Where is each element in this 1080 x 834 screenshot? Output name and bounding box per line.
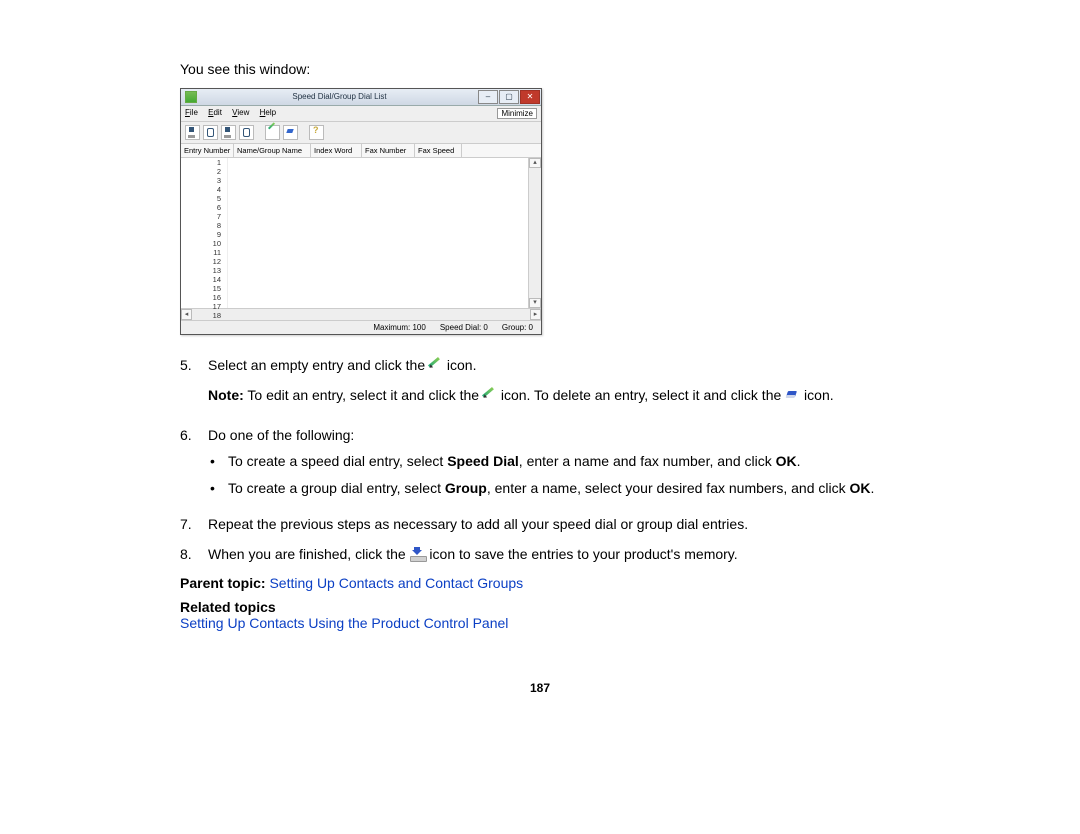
horizontal-scrollbar[interactable]: ◂ ▸	[181, 308, 541, 320]
vertical-scrollbar[interactable]: ▴ ▾	[528, 158, 541, 308]
col-name-group[interactable]: Name/Group Name	[234, 144, 311, 157]
window-buttons: – ▢ ✕	[478, 90, 541, 104]
document-page: You see this window: Speed Dial/Group Di…	[180, 60, 900, 695]
menubar: File Edit View Help Minimize	[181, 106, 541, 122]
parent-topic: Parent topic: Setting Up Contacts and Co…	[180, 575, 900, 591]
read-from-product-icon[interactable]	[203, 125, 218, 140]
row-number[interactable]: 10	[181, 239, 227, 248]
open-file-icon[interactable]	[239, 125, 254, 140]
col-index-word[interactable]: Index Word	[311, 144, 362, 157]
parent-topic-label: Parent topic:	[180, 575, 269, 591]
window-title: Speed Dial/Group Dial List	[201, 92, 478, 101]
row-number[interactable]: 9	[181, 230, 227, 239]
page-number: 187	[180, 681, 900, 695]
row-number[interactable]: 7	[181, 212, 227, 221]
scroll-up-arrow[interactable]: ▴	[529, 158, 541, 168]
step-8: 8. When you are finished, click the icon…	[180, 544, 900, 564]
minimize-window-button[interactable]: –	[478, 90, 498, 104]
status-group: Group: 0	[502, 323, 533, 332]
step-6: 6. Do one of the following: To create a …	[180, 425, 900, 504]
row-number[interactable]: 12	[181, 257, 227, 266]
row-number[interactable]: 16	[181, 293, 227, 302]
note-label: Note:	[208, 387, 244, 403]
step-number: 6.	[180, 425, 208, 504]
col-fax-number[interactable]: Fax Number	[362, 144, 415, 157]
parent-topic-link[interactable]: Setting Up Contacts and Contact Groups	[269, 575, 523, 591]
row-number[interactable]: 2	[181, 167, 227, 176]
grid-body: 123456789101112131415161718 ▴ ▾	[181, 158, 541, 308]
menu-file[interactable]: File	[185, 108, 198, 117]
steps-list: 5. Select an empty entry and click the i…	[180, 355, 900, 565]
sub-item: To create a speed dial entry, select Spe…	[208, 451, 900, 471]
toolbar-separator	[301, 125, 306, 138]
save-to-product-icon	[410, 547, 426, 562]
step-number: 7.	[180, 514, 208, 534]
menu-view[interactable]: View	[232, 108, 249, 117]
row-number[interactable]: 15	[181, 284, 227, 293]
intro-text: You see this window:	[180, 60, 900, 80]
toolbar	[181, 122, 541, 144]
sub-list: To create a speed dial entry, select Spe…	[208, 451, 900, 498]
step-number: 8.	[180, 544, 208, 564]
edit-pencil-icon[interactable]	[265, 125, 280, 140]
row-number[interactable]: 13	[181, 266, 227, 275]
related-topic-link[interactable]: Setting Up Contacts Using the Product Co…	[180, 615, 508, 631]
row-number[interactable]: 1	[181, 158, 227, 167]
minimize-button[interactable]: Minimize	[497, 108, 537, 119]
close-window-button[interactable]: ✕	[520, 90, 540, 104]
delete-eraser-icon[interactable]	[283, 125, 298, 140]
status-speed-dial: Speed Dial: 0	[440, 323, 488, 332]
status-maximum: Maximum: 100	[373, 323, 425, 332]
col-entry-number[interactable]: Entry Number	[181, 144, 234, 157]
app-icon	[185, 91, 197, 103]
row-number[interactable]: 8	[181, 221, 227, 230]
pencil-icon	[483, 389, 497, 402]
eraser-icon	[785, 388, 800, 403]
step-5: 5. Select an empty entry and click the i…	[180, 355, 900, 416]
row-number[interactable]: 5	[181, 194, 227, 203]
row-number[interactable]: 11	[181, 248, 227, 257]
scroll-down-arrow[interactable]: ▾	[529, 298, 541, 308]
row-number[interactable]: 3	[181, 176, 227, 185]
save-to-product-icon[interactable]	[185, 125, 200, 140]
row-numbers: 123456789101112131415161718	[181, 158, 228, 308]
sub-item: To create a group dial entry, select Gro…	[208, 478, 900, 498]
row-number[interactable]: 18	[181, 311, 227, 320]
save-file-icon[interactable]	[221, 125, 236, 140]
column-headers: Entry Number Name/Group Name Index Word …	[181, 144, 541, 158]
scroll-right-arrow[interactable]: ▸	[530, 309, 541, 320]
toolbar-separator	[257, 125, 262, 138]
step-number: 5.	[180, 355, 208, 416]
maximize-window-button[interactable]: ▢	[499, 90, 519, 104]
step-7: 7. Repeat the previous steps as necessar…	[180, 514, 900, 534]
grid-cells[interactable]	[228, 158, 528, 308]
menu-help[interactable]: Help	[260, 108, 276, 117]
app-window-screenshot: Speed Dial/Group Dial List – ▢ ✕ File Ed…	[180, 88, 542, 335]
titlebar: Speed Dial/Group Dial List – ▢ ✕	[181, 89, 541, 106]
row-number[interactable]: 14	[181, 275, 227, 284]
note: Note: To edit an entry, select it and cl…	[208, 385, 900, 405]
related-topics-label: Related topics	[180, 599, 900, 615]
row-number[interactable]: 4	[181, 185, 227, 194]
col-fax-speed[interactable]: Fax Speed	[415, 144, 462, 157]
statusbar: Maximum: 100 Speed Dial: 0 Group: 0	[181, 320, 541, 334]
help-icon[interactable]	[309, 125, 324, 140]
row-number[interactable]: 17	[181, 302, 227, 311]
menus: File Edit View Help	[185, 108, 284, 119]
menu-edit[interactable]: Edit	[208, 108, 222, 117]
pencil-icon	[429, 359, 443, 372]
row-number[interactable]: 6	[181, 203, 227, 212]
